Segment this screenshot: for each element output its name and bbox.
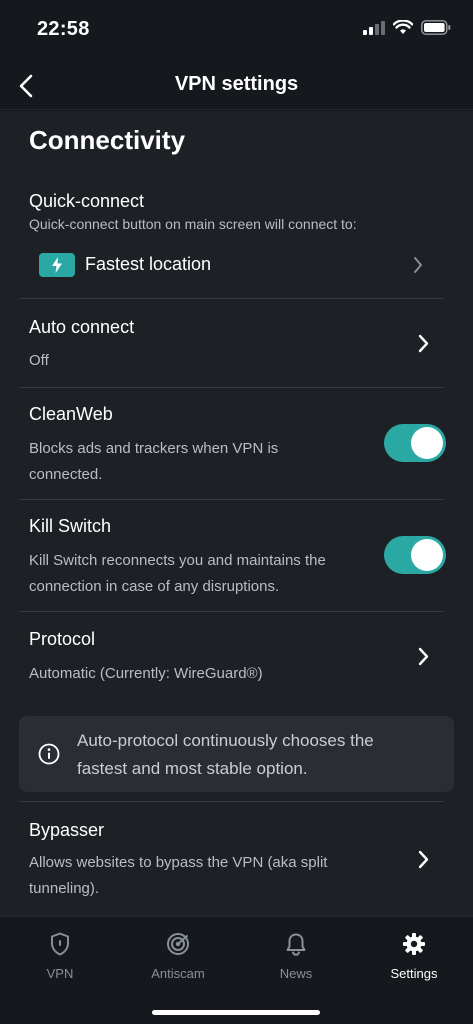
radar-icon	[165, 931, 191, 957]
status-icons	[363, 20, 451, 35]
quick-connect-description: Quick-connect button on main screen will…	[29, 216, 357, 232]
protocol-row[interactable]: Protocol Automatic (Currently: WireGuard…	[0, 612, 473, 700]
tab-label: VPN	[46, 966, 74, 981]
kill-switch-toggle[interactable]	[384, 536, 446, 574]
chevron-right-icon	[413, 646, 433, 666]
shield-icon	[47, 931, 73, 957]
home-indicator	[152, 1010, 320, 1015]
toggle-knob	[411, 539, 443, 571]
tab-label: Antiscam	[151, 966, 205, 981]
quick-connect-title: Quick-connect	[29, 191, 145, 211]
status-time: 22:58	[37, 18, 90, 40]
info-box: Auto-protocol continuously chooses the f…	[19, 716, 454, 792]
wifi-icon	[393, 20, 413, 34]
protocol-value: Automatic (Currently: WireGuard®)	[29, 665, 263, 682]
tab-bar: VPN Antiscam News Settings	[0, 916, 473, 1024]
auto-connect-value: Off	[29, 352, 49, 369]
protocol-title: Protocol	[29, 629, 96, 649]
cleanweb-row: CleanWeb Blocks ads and trackers when VP…	[0, 388, 473, 499]
page-title: VPN settings	[174, 73, 299, 95]
kill-switch-row: Kill Switch Kill Switch reconnects you a…	[0, 500, 473, 611]
section-title: Connectivity	[29, 125, 186, 155]
quick-connect-option[interactable]: Fastest location	[0, 247, 473, 283]
lightning-icon	[52, 257, 62, 273]
bypasser-description-line2: tunneling).	[29, 880, 100, 897]
lightning-badge	[39, 253, 75, 277]
auto-connect-title: Auto connect	[29, 317, 135, 337]
kill-switch-description-line1: Kill Switch reconnects you and maintains…	[29, 552, 326, 569]
kill-switch-description-line2: connection in case of any disruptions.	[29, 578, 280, 595]
tab-settings[interactable]: Settings	[364, 931, 464, 991]
info-text-line2: fastest and most stable option.	[77, 759, 308, 778]
gear-icon	[401, 931, 427, 957]
tab-antiscam[interactable]: Antiscam	[128, 931, 228, 991]
cleanweb-description-line2: connected.	[29, 466, 103, 483]
chevron-right-icon	[408, 255, 428, 275]
settings-content[interactable]: Connectivity Quick-connect Quick-connect…	[0, 111, 473, 916]
chevron-right-icon	[413, 849, 433, 869]
toggle-knob	[411, 427, 443, 459]
bypasser-title: Bypasser	[29, 820, 105, 840]
tab-label: Settings	[390, 966, 438, 981]
kill-switch-title: Kill Switch	[29, 516, 112, 536]
info-text: Auto-protocol continuously chooses the f…	[77, 727, 437, 783]
cleanweb-description-line1: Blocks ads and trackers when VPN is	[29, 440, 279, 457]
info-icon	[38, 743, 60, 765]
status-bar: 22:58	[0, 0, 473, 62]
bell-icon	[283, 931, 309, 957]
cleanweb-title: CleanWeb	[29, 404, 113, 424]
info-text-line1: Auto-protocol continuously chooses the	[77, 731, 374, 750]
bypasser-row[interactable]: Bypasser Allows websites to bypass the V…	[0, 802, 473, 916]
tab-vpn[interactable]: VPN	[10, 931, 110, 991]
quick-connect-value: Fastest location	[85, 254, 212, 274]
tab-label: News	[279, 966, 313, 981]
battery-icon	[421, 20, 451, 35]
nav-bar: VPN settings	[0, 62, 473, 110]
bypasser-description-line1: Allows websites to bypass the VPN (aka s…	[29, 854, 328, 871]
auto-connect-row[interactable]: Auto connect Off	[0, 299, 473, 387]
signal-icon	[363, 20, 385, 35]
chevron-right-icon	[413, 333, 433, 353]
tab-news[interactable]: News	[246, 931, 346, 991]
cleanweb-toggle[interactable]	[384, 424, 446, 462]
